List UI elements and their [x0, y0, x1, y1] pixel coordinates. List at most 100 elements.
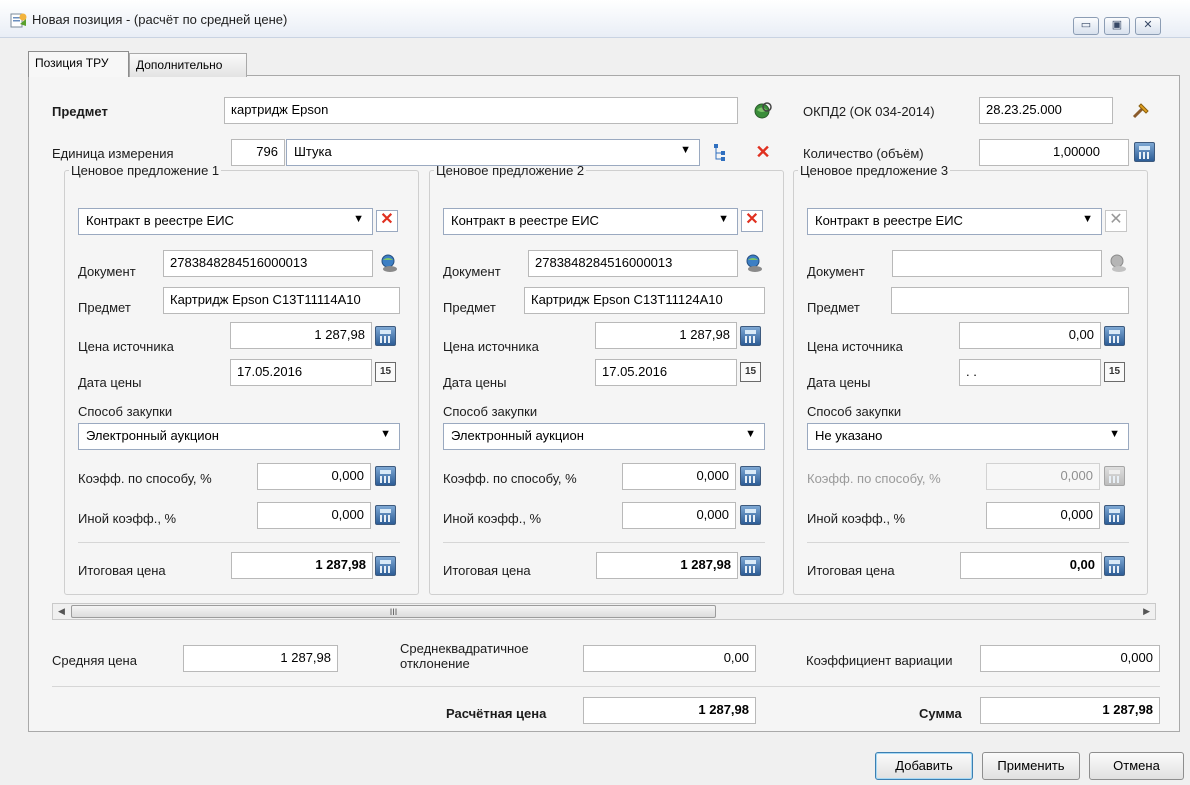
offer-1-total-label: Итоговая цена [78, 563, 166, 578]
offer-3-subject-input[interactable] [891, 287, 1129, 314]
offer-2-subject-label: Предмет [443, 300, 496, 315]
offer-1-other-label: Иной коэфф., % [78, 511, 177, 526]
avg-price-label: Средняя цена [52, 653, 137, 668]
offer-1-price-input[interactable]: 1 287,98 [230, 322, 372, 349]
search-globe-icon[interactable] [752, 99, 774, 121]
offer-3-price-label: Цена источника [807, 339, 903, 354]
calculator-icon[interactable] [740, 505, 761, 525]
offer-3-method-value: Не указано [815, 428, 883, 443]
offer-2-total-label: Итоговая цена [443, 563, 531, 578]
offer-1-source-select[interactable]: Контракт в реестре ЕИС ▼ [78, 208, 373, 235]
subject-label: Предмет [52, 104, 108, 119]
chevron-down-icon: ▼ [353, 213, 364, 225]
hierarchy-icon[interactable] [711, 142, 729, 162]
add-button[interactable]: Добавить [875, 752, 973, 780]
offer-2-coef-label: Коэфф. по способу, % [443, 471, 577, 486]
calculator-icon[interactable] [1134, 142, 1155, 162]
okpd-input[interactable]: 28.23.25.000 [979, 97, 1113, 124]
scrollbar-thumb[interactable]: III [71, 605, 716, 618]
chevron-down-icon: ▼ [680, 144, 691, 156]
calendar-icon[interactable]: 15 [1104, 362, 1125, 382]
offer-3-coef-input: 0,000 [986, 463, 1100, 490]
apply-button[interactable]: Применить [982, 752, 1080, 780]
offer-3-date-input[interactable]: . . [959, 359, 1101, 386]
calculator-icon[interactable] [375, 466, 396, 486]
cancel-button[interactable]: Отмена [1089, 752, 1184, 780]
maximize-button[interactable]: ▣ [1104, 17, 1130, 35]
scroll-right-icon[interactable]: ▶ [1143, 604, 1150, 619]
close-window-button[interactable]: ✕ [1135, 17, 1161, 35]
unit-code-input[interactable]: 796 [231, 139, 285, 166]
horizontal-scrollbar[interactable]: ◀ III ▶ [52, 603, 1156, 620]
calculator-icon[interactable] [740, 556, 761, 576]
offer-3-total-input[interactable]: 0,00 [960, 552, 1102, 579]
offer-3-delete-icon[interactable]: ✕ [1105, 210, 1127, 232]
calculator-icon[interactable] [1104, 326, 1125, 346]
quantity-input[interactable]: 1,00000 [979, 139, 1129, 166]
variation-input: 0,000 [980, 645, 1160, 672]
calculator-icon[interactable] [375, 326, 396, 346]
price-offer-2-legend: Ценовое предложение 2 [436, 163, 585, 178]
offer-3-price-input[interactable]: 0,00 [959, 322, 1101, 349]
calendar-icon[interactable]: 15 [375, 362, 396, 382]
offer-2-coef-input[interactable]: 0,000 [622, 463, 736, 490]
offer-1-doc-input[interactable]: 2783848284516000013 [163, 250, 373, 277]
calculator-icon[interactable] [375, 556, 396, 576]
offer-1-total-input[interactable]: 1 287,98 [231, 552, 373, 579]
hammer-pick-icon[interactable] [1130, 100, 1152, 122]
chevron-down-icon: ▼ [1082, 213, 1093, 225]
offer-2-other-input[interactable]: 0,000 [622, 502, 736, 529]
offer-2-price-input[interactable]: 1 287,98 [595, 322, 737, 349]
calculator-icon[interactable] [375, 505, 396, 525]
offer-1-delete-icon[interactable]: ✕ [376, 210, 398, 232]
calculator-icon [1104, 466, 1125, 486]
offer-1-price-label: Цена источника [78, 339, 174, 354]
subject-input[interactable]: картридж Epson [224, 97, 738, 124]
chevron-down-icon: ▼ [1109, 428, 1120, 440]
offer-1-globe-icon[interactable] [377, 252, 399, 274]
unit-select[interactable]: Штука ▼ [286, 139, 700, 166]
tab-additional[interactable]: Дополнительно [129, 53, 247, 77]
calculator-icon[interactable] [1104, 556, 1125, 576]
offer-2-delete-icon[interactable]: ✕ [741, 210, 763, 232]
offer-1-method-value: Электронный аукцион [86, 428, 219, 443]
tab-position-tru[interactable]: Позиция ТРУ [28, 51, 129, 77]
offer-1-divider [78, 542, 400, 543]
offer-2-globe-icon[interactable] [742, 252, 764, 274]
offer-1-coef-label: Коэфф. по способу, % [78, 471, 212, 486]
offer-3-other-input[interactable]: 0,000 [986, 502, 1100, 529]
offer-2-other-label: Иной коэфф., % [443, 511, 542, 526]
quantity-label: Количество (объём) [803, 146, 924, 161]
offer-1-subject-input[interactable]: Картридж Epson C13T11114A10 [163, 287, 400, 314]
stddev-input: 0,00 [583, 645, 756, 672]
offer-3-doc-input[interactable] [892, 250, 1102, 277]
offer-1-date-input[interactable]: 17.05.2016 [230, 359, 372, 386]
price-offer-3-legend: Ценовое предложение 3 [800, 163, 949, 178]
offer-2-method-select[interactable]: Электронный аукцион ▼ [443, 423, 765, 450]
calc-price-input: 1 287,98 [583, 697, 756, 724]
clear-unit-icon[interactable]: ✕ [754, 143, 772, 161]
price-offer-1-legend: Ценовое предложение 1 [71, 163, 220, 178]
offer-2-source-select[interactable]: Контракт в реестре ЕИС ▼ [443, 208, 738, 235]
offer-1-method-select[interactable]: Электронный аукцион ▼ [78, 423, 400, 450]
offer-3-doc-label: Документ [807, 264, 865, 279]
scroll-left-icon[interactable]: ◀ [58, 604, 65, 619]
offer-3-source-select[interactable]: Контракт в реестре ЕИС ▼ [807, 208, 1102, 235]
unit-label: Единица измерения [52, 146, 174, 161]
offer-2-doc-input[interactable]: 2783848284516000013 [528, 250, 738, 277]
stats-divider [52, 686, 1160, 687]
offer-1-other-input[interactable]: 0,000 [257, 502, 371, 529]
offer-2-subject-input[interactable]: Картридж Epson C13T11124A10 [524, 287, 765, 314]
offer-1-coef-input[interactable]: 0,000 [257, 463, 371, 490]
offer-2-total-input[interactable]: 1 287,98 [596, 552, 738, 579]
offer-3-method-select[interactable]: Не указано ▼ [807, 423, 1129, 450]
offer-2-date-input[interactable]: 17.05.2016 [595, 359, 737, 386]
calculator-icon[interactable] [740, 466, 761, 486]
calculator-icon[interactable] [740, 326, 761, 346]
calendar-icon[interactable]: 15 [740, 362, 761, 382]
offer-3-globe-icon[interactable] [1106, 252, 1128, 274]
offer-1-date-label: Дата цены [78, 375, 142, 390]
offer-3-method-label: Способ закупки [807, 404, 902, 419]
calculator-icon[interactable] [1104, 505, 1125, 525]
minimize-button[interactable]: ▭ [1073, 17, 1099, 35]
